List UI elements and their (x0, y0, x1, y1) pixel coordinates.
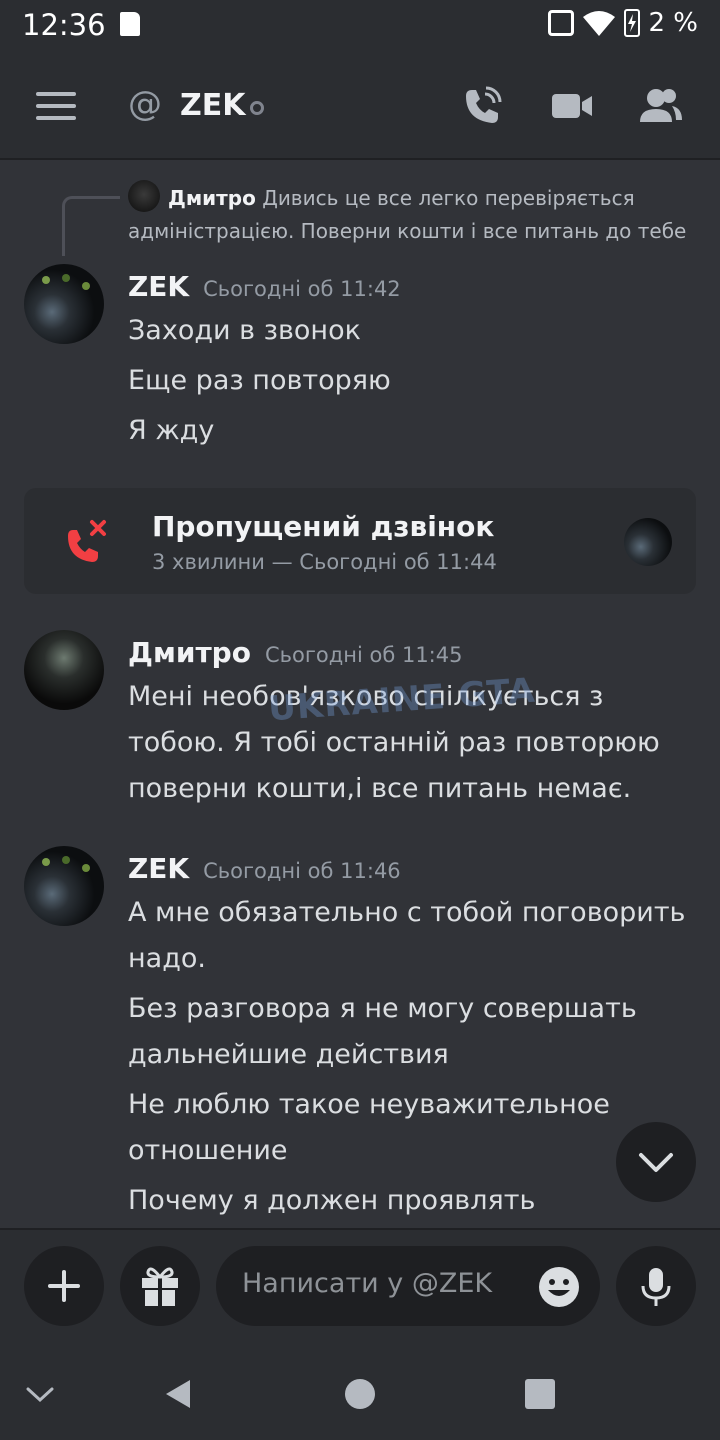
status-time: 12:36 (22, 8, 106, 42)
wifi-icon (583, 11, 616, 36)
offline-status-icon (250, 101, 264, 115)
at-icon: @ (128, 84, 162, 124)
status-bar: 12:36 2 % (0, 0, 720, 52)
reply-connector (62, 196, 120, 256)
avatar[interactable] (24, 846, 104, 926)
message-author[interactable]: ZEK (128, 270, 189, 303)
message-header: ZEK Сьогодні об 11:42 (128, 270, 401, 303)
microphone-icon (641, 1268, 671, 1306)
page-title[interactable]: ZEK (180, 88, 246, 123)
battery-icon (624, 9, 641, 37)
call-title: Пропущений дзвінок (152, 510, 495, 543)
message-timestamp: Сьогодні об 11:42 (203, 277, 401, 301)
message-author[interactable]: Дмитро (128, 636, 251, 669)
people-icon[interactable] (636, 82, 684, 130)
sd-card-icon (120, 12, 140, 36)
message-text[interactable]: Не люблю такое неуважительное отношение (128, 1082, 688, 1174)
plus-icon (48, 1270, 80, 1302)
missed-call-icon (68, 520, 106, 562)
avatar[interactable] (24, 630, 104, 710)
home-icon[interactable] (340, 1374, 380, 1414)
voice-message-button[interactable] (616, 1246, 696, 1326)
message-timestamp: Сьогодні об 11:45 (264, 643, 463, 667)
status-right: 2 % (548, 8, 698, 38)
channel-header: @ ZEK (0, 52, 720, 160)
avatar[interactable] (24, 264, 104, 344)
message-text[interactable]: Еще раз повторяю (128, 358, 688, 404)
reply-author[interactable]: Дмитро (168, 186, 256, 210)
system-navigation-bar (0, 1346, 720, 1440)
message-list[interactable]: Дмитро Дивись це все легко перевіряється… (0, 160, 720, 1228)
message-text[interactable]: Я жду (128, 408, 688, 454)
message-header: ZEK Сьогодні об 11:46 (128, 852, 401, 885)
gift-button[interactable] (120, 1246, 200, 1326)
recents-icon[interactable] (520, 1374, 560, 1414)
phone-call-icon[interactable] (458, 82, 506, 130)
chevron-down-icon (639, 1153, 673, 1172)
message-author[interactable]: ZEK (128, 852, 189, 885)
reply-preview[interactable]: Дмитро Дивись це все легко перевіряється… (128, 182, 698, 248)
message-text[interactable]: А мне обязательно с тобой поговорить над… (128, 890, 688, 982)
nfc-icon (548, 10, 575, 36)
message-header: Дмитро Сьогодні об 11:45 (128, 636, 462, 669)
back-icon[interactable] (158, 1374, 198, 1414)
gift-icon (142, 1267, 178, 1306)
message-input-placeholder: Написати у @ZEK (242, 1268, 493, 1299)
video-camera-icon[interactable] (548, 82, 596, 130)
message-timestamp: Сьогодні об 11:46 (203, 859, 401, 883)
call-subtitle: 3 хвилини — Сьогодні об 11:44 (152, 550, 497, 574)
call-participant-avatar (624, 518, 672, 566)
missed-call-card[interactable]: Пропущений дзвінок 3 хвилини — Сьогодні … (24, 488, 696, 594)
battery-percent: 2 % (648, 8, 698, 38)
chevron-down-icon[interactable] (20, 1374, 60, 1414)
emoji-icon[interactable] (538, 1266, 580, 1308)
add-attachment-button[interactable] (24, 1246, 104, 1326)
hamburger-icon[interactable] (36, 92, 76, 120)
jump-to-bottom-button[interactable] (616, 1122, 696, 1202)
message-input[interactable]: Написати у @ZEK (216, 1246, 600, 1326)
message-text[interactable]: Почему я должен проявлять (128, 1178, 688, 1224)
message-composer: Написати у @ZEK (0, 1228, 720, 1346)
message-text[interactable]: Без разговора я не могу совершать дальне… (128, 986, 688, 1078)
message-text[interactable]: Заходи в звонок (128, 308, 688, 354)
